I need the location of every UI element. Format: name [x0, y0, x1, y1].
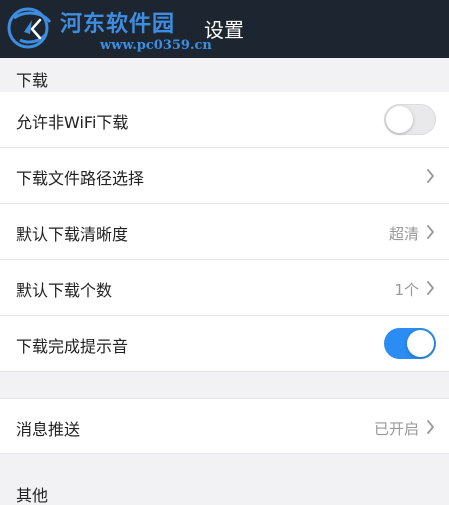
row-label: 消息推送	[16, 420, 81, 439]
row-value: 1个	[394, 281, 419, 299]
chevron-right-icon	[427, 420, 434, 434]
chevron-right-icon	[427, 169, 434, 183]
row-label: 允许非WiFi下载	[16, 113, 129, 132]
chevron-right-icon	[427, 225, 434, 239]
page-title: 设置	[204, 18, 244, 42]
chevron-right-icon	[427, 281, 434, 295]
nav-header: 河东软件园 www.pc0359.cn 设置	[0, 0, 449, 58]
row-label: 下载完成提示音	[16, 337, 129, 356]
toggle-knob	[386, 106, 413, 133]
section-title: 其他	[16, 486, 49, 505]
section-title: 下载	[16, 71, 49, 90]
row-label: 默认下载个数	[16, 281, 113, 300]
row-value: 超清	[388, 225, 419, 243]
toggle-knob	[407, 330, 434, 357]
row-push-notifications[interactable]: 消息推送 已开启	[0, 398, 449, 454]
settings-screen: 河东软件园 www.pc0359.cn 设置 下载 允许非WiFi下载 下载文件…	[0, 0, 449, 505]
row-download-path[interactable]: 下载文件路径选择	[0, 148, 449, 204]
wifi-download-toggle[interactable]	[384, 104, 436, 135]
row-download-sound[interactable]: 下载完成提示音	[0, 316, 449, 372]
section-header-other: 其他	[0, 454, 449, 505]
row-download-quality[interactable]: 默认下载清晰度 超清	[0, 204, 449, 260]
row-download-count[interactable]: 默认下载个数 1个	[0, 260, 449, 316]
row-value: 已开启	[373, 420, 419, 438]
watermark-title: 河东软件园	[60, 11, 176, 37]
download-sound-toggle[interactable]	[384, 328, 436, 359]
section-header-download: 下载	[0, 58, 449, 92]
row-label: 默认下载清晰度	[16, 225, 129, 244]
chevron-left-icon[interactable]	[30, 18, 42, 40]
row-wifi-download[interactable]: 允许非WiFi下载	[0, 92, 449, 148]
row-label: 下载文件路径选择	[16, 169, 145, 188]
watermark-url: www.pc0359.cn	[100, 38, 212, 53]
